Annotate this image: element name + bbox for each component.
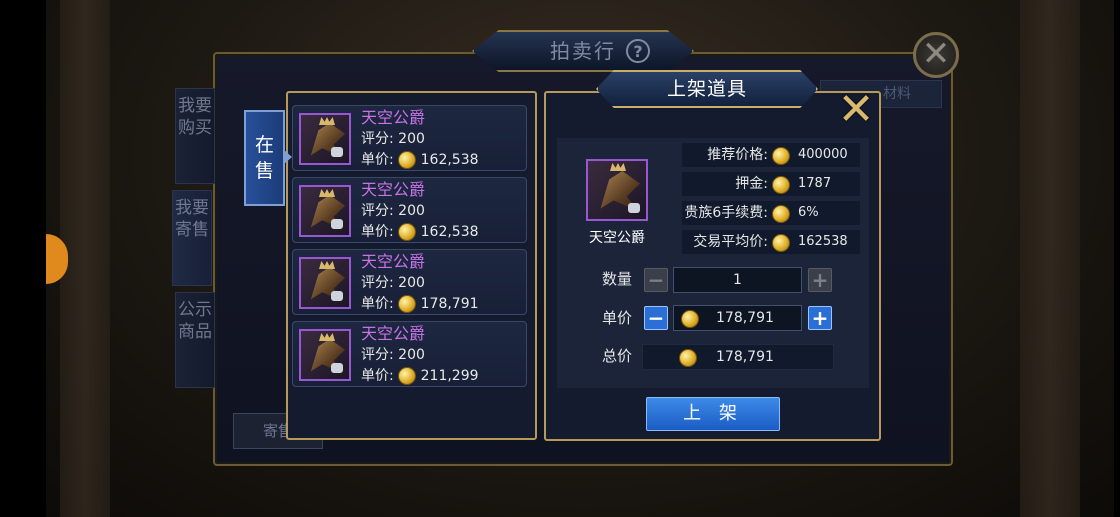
quantity-label: 数量 xyxy=(601,270,632,288)
item-icon xyxy=(299,257,351,309)
info-value: 400000 xyxy=(798,147,848,162)
coin-icon xyxy=(681,310,699,328)
item-score: 评分: 200 xyxy=(361,129,425,149)
coin-icon xyxy=(679,349,697,367)
item-price: 单价: 162,538 xyxy=(361,150,479,170)
item-name: 天空公爵 xyxy=(361,180,426,199)
total-field: 178,791 xyxy=(642,344,834,370)
item-score: 评分: 200 xyxy=(361,273,425,293)
item-score: 评分: 200 xyxy=(361,201,425,221)
coin-icon xyxy=(398,295,417,313)
item-icon xyxy=(299,329,351,381)
score-label: 评分: xyxy=(361,275,394,291)
tab-arrow-icon xyxy=(284,150,292,164)
coin-icon xyxy=(398,367,417,385)
score-value: 200 xyxy=(398,203,425,219)
item-price: 单价: 211,299 xyxy=(361,366,479,386)
coin-icon xyxy=(772,234,790,252)
average-price-row: 交易平均价: 162538 xyxy=(682,230,860,254)
listing-card[interactable]: 天空公爵 评分: 200 单价: 211,299 xyxy=(292,321,527,387)
quantity-field[interactable]: 1 xyxy=(673,267,802,293)
score-value: 200 xyxy=(398,131,425,147)
unit-price-label: 单价 xyxy=(601,309,632,327)
score-label: 评分: xyxy=(361,131,394,147)
total-value: 178,791 xyxy=(716,349,774,365)
info-label: 贵族6手续费: xyxy=(684,205,768,221)
on-sale-label: 在售 xyxy=(254,134,274,182)
price-value: 178,791 xyxy=(420,296,479,312)
game-screen: 拍卖行 ? ✕ 材料 我要购买 我要寄售 公示商品 寄售 在售 天空公爵 评分:… xyxy=(0,0,1120,517)
help-icon[interactable]: ? xyxy=(626,39,650,63)
tab-buy[interactable]: 我要购买 xyxy=(175,88,215,184)
item-name: 天空公爵 xyxy=(361,108,426,127)
unit-price-value: 178,791 xyxy=(716,310,774,326)
coin-icon xyxy=(398,223,417,241)
info-label: 推荐价格: xyxy=(707,147,768,163)
score-label: 评分: xyxy=(361,347,394,363)
fee-row: 贵族6手续费: 6% xyxy=(682,201,860,225)
tab-buy-label: 我要购买 xyxy=(178,96,212,138)
info-label: 交易平均价: xyxy=(693,234,768,250)
tab-consign[interactable]: 我要寄售 xyxy=(172,190,212,286)
score-value: 200 xyxy=(398,275,425,291)
price-plus-button[interactable]: + xyxy=(808,306,832,330)
selected-item-name: 天空公爵 xyxy=(589,230,645,246)
listing-card[interactable]: 天空公爵 评分: 200 单价: 178,791 xyxy=(292,249,527,315)
background-pillar xyxy=(1020,0,1080,517)
price-label: 单价: xyxy=(361,224,394,240)
coin-icon xyxy=(772,147,790,165)
score-label: 评分: xyxy=(361,203,394,219)
item-price: 单价: 178,791 xyxy=(361,294,479,314)
dialog-title: 上架道具 xyxy=(666,78,747,100)
quantity-plus-button[interactable]: + xyxy=(808,268,832,292)
price-value: 162,538 xyxy=(420,224,479,240)
window-title: 拍卖行 xyxy=(550,39,616,63)
coin-icon xyxy=(398,151,417,169)
info-label: 押金: xyxy=(735,176,768,192)
close-window-icon[interactable]: ✕ xyxy=(913,32,959,78)
score-value: 200 xyxy=(398,347,425,363)
tab-public-label: 公示商品 xyxy=(178,300,212,342)
info-value: 6% xyxy=(798,205,819,220)
coin-icon xyxy=(772,205,790,223)
selected-item-icon xyxy=(586,159,648,221)
recommended-price-row: 推荐价格: 400000 xyxy=(682,143,860,167)
unit-price-field[interactable]: 178,791 xyxy=(673,305,802,331)
info-value: 1787 xyxy=(798,176,832,191)
price-label: 单价: xyxy=(361,152,394,168)
price-minus-button[interactable]: − xyxy=(644,306,668,330)
tab-consign-label: 我要寄售 xyxy=(175,198,209,240)
close-dialog-icon[interactable]: ✕ xyxy=(836,88,876,132)
info-value: 162538 xyxy=(798,234,848,249)
total-label: 总价 xyxy=(601,347,632,365)
listing-card[interactable]: 天空公爵 评分: 200 单价: 162,538 xyxy=(292,105,527,171)
price-label: 单价: xyxy=(361,368,394,384)
item-name: 天空公爵 xyxy=(361,252,426,271)
tab-public[interactable]: 公示商品 xyxy=(175,292,215,388)
deposit-row: 押金: 1787 xyxy=(682,172,860,196)
item-name: 天空公爵 xyxy=(361,324,426,343)
price-label: 单价: xyxy=(361,296,394,312)
price-value: 211,299 xyxy=(420,368,479,384)
list-item-button[interactable]: 上 架 xyxy=(646,397,780,431)
quantity-minus-button[interactable]: − xyxy=(644,268,668,292)
price-value: 162,538 xyxy=(420,152,479,168)
listing-card[interactable]: 天空公爵 评分: 200 单价: 162,538 xyxy=(292,177,527,243)
item-price: 单价: 162,538 xyxy=(361,222,479,242)
on-sale-tab[interactable]: 在售 xyxy=(244,110,285,206)
item-score: 评分: 200 xyxy=(361,345,425,365)
item-icon xyxy=(299,113,351,165)
item-icon xyxy=(299,185,351,237)
coin-icon xyxy=(772,176,790,194)
